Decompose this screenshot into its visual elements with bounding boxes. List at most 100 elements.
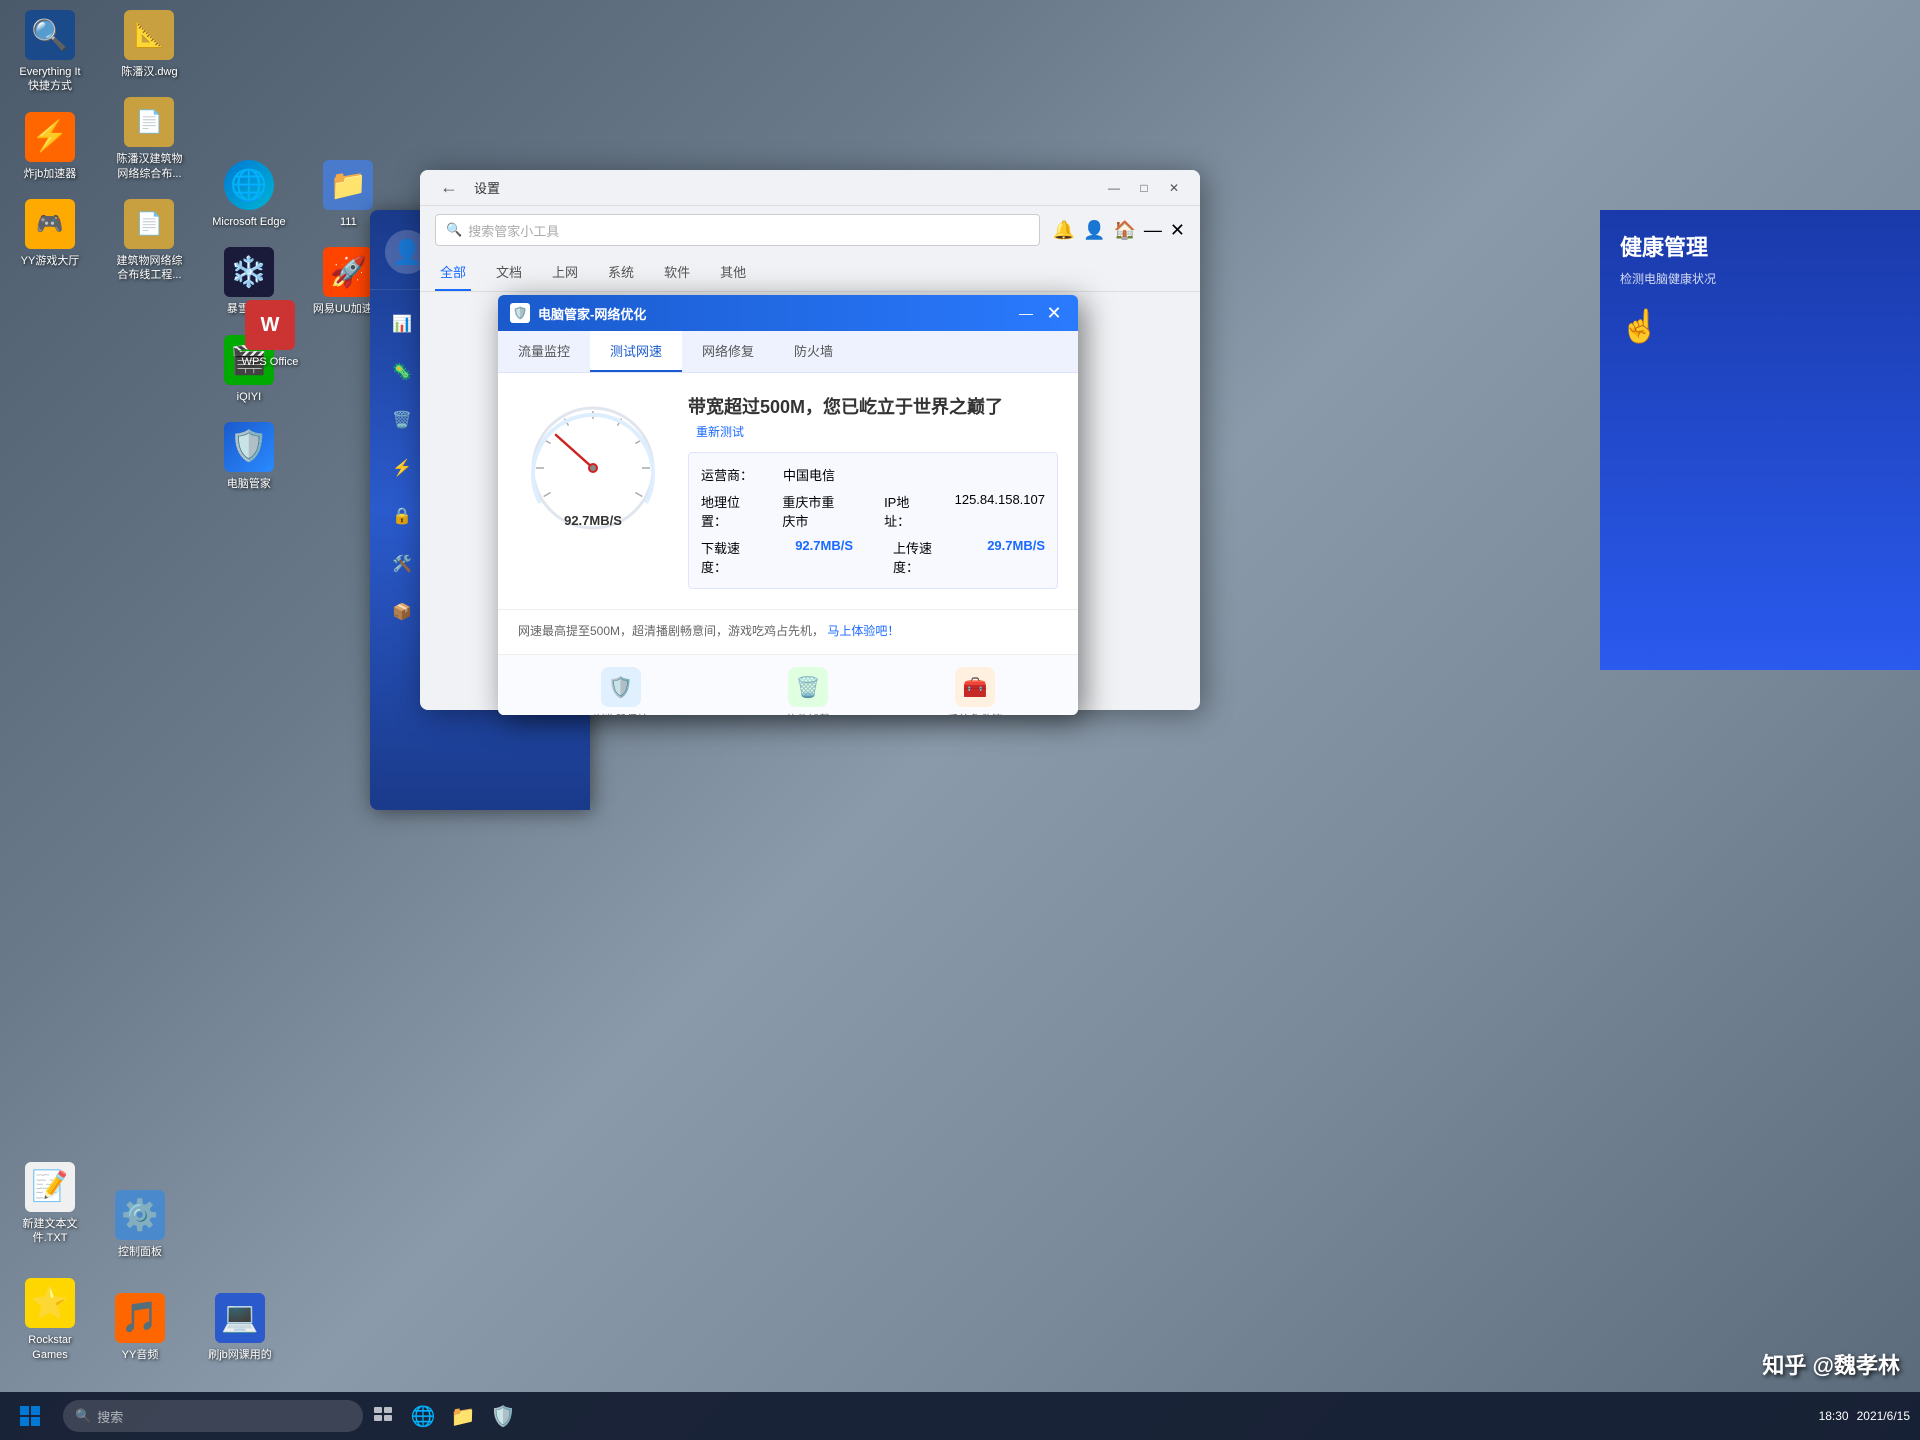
desktop-icon-rockstar[interactable]: ⭐ Rockstar Games xyxy=(10,1278,90,1362)
settings-back-button[interactable]: ← xyxy=(432,173,466,202)
settings-toolbar-icon3[interactable]: 🏠 xyxy=(1113,220,1135,241)
desktop-icon-diannaogj[interactable]: 🛡️ 电脑管家 xyxy=(209,422,289,491)
network-isp-row: 运营商： 中国电信 xyxy=(701,465,1045,484)
network-footer: 🛡️ 浏览器保护 拦截弹窗广告,保护浏览器默认页 🗑️ 软件卸载 删除软件,不留… xyxy=(498,654,1078,715)
browser-protect-item[interactable]: 🛡️ 浏览器保护 拦截弹窗广告,保护浏览器默认页 xyxy=(561,667,681,715)
network-speed-row: 下载速度： 92.7MB/S 上传速度： 29.7MB/S xyxy=(701,538,1045,576)
settings-toolbar-icon2[interactable]: 👤 xyxy=(1083,220,1105,241)
start-button[interactable] xyxy=(10,1396,50,1436)
settings-tab-all[interactable]: 全部 xyxy=(435,254,471,291)
system-rescue-item[interactable]: 🧰 系统急救箱 解决木马顽固病毒 xyxy=(935,667,1015,715)
network-titlebar: 🛡️ 电脑管家-网络优化 — ✕ xyxy=(498,295,1078,331)
software-uninstall-item[interactable]: 🗑️ 软件卸载 删除软件,不留残余 xyxy=(767,667,850,715)
upload-value: 29.7MB/S xyxy=(987,538,1045,576)
taskbar-date: 2021/6/15 xyxy=(1857,1409,1910,1423)
taskbar-time: 18:30 xyxy=(1819,1409,1849,1423)
settings-search-box[interactable]: 🔍 搜索管家小工具 xyxy=(435,214,1040,246)
settings-close-button[interactable]: ✕ xyxy=(1160,176,1188,200)
desktop-icon-jb-net[interactable]: 💻 刷jb网课用的 xyxy=(200,1293,280,1362)
windows-logo-icon xyxy=(18,1404,42,1428)
taskbar-search-placeholder: 搜索 xyxy=(97,1407,123,1426)
desktop-icon-edge[interactable]: 🌐 Microsoft Edge xyxy=(209,160,289,229)
network-details-box: 运营商： 中国电信 地理位置： 重庆市重庆市 IP地址： 125.84.158.… xyxy=(688,452,1058,589)
network-location-row: 地理位置： 重庆市重庆市 IP地址： 125.84.158.107 xyxy=(701,492,1045,530)
retest-link[interactable]: 重新测试 xyxy=(696,423,744,440)
network-tab-repair[interactable]: 网络修复 xyxy=(682,331,774,372)
download-label: 下载速度： xyxy=(701,538,765,576)
settings-close-icon2[interactable]: ✕ xyxy=(1170,220,1185,241)
desktop-icons-bottom-left2: ⚙️ 控制面板 🎵 YY音频 xyxy=(100,1190,180,1380)
browser-protect-label: 浏览器保护 xyxy=(593,711,648,715)
settings-tab-other[interactable]: 其他 xyxy=(715,254,751,291)
watermark: 知乎 @魏孝林 xyxy=(1762,1348,1900,1380)
download-value: 92.7MB/S xyxy=(795,538,853,576)
location-label: 地理位置： xyxy=(701,492,752,530)
settings-tab-web[interactable]: 上网 xyxy=(547,254,583,291)
search-icon: 🔍 xyxy=(446,222,462,238)
file-explorer-icon: 📁 xyxy=(451,1404,476,1429)
desktop-icon-yy-audio[interactable]: 🎵 YY音频 xyxy=(100,1293,180,1362)
speed-display-value: 92.7MB/S xyxy=(564,513,622,528)
settings-tab-software[interactable]: 软件 xyxy=(659,254,695,291)
desktop-icon-everything[interactable]: 🔍 Everything It快捷方式 xyxy=(10,10,90,94)
network-tab-speed[interactable]: 测试网速 xyxy=(590,331,682,372)
software-mgmt-icon: 📦 xyxy=(390,600,414,624)
health-panel-title: 健康管理 xyxy=(1620,230,1900,262)
trash-clean-icon: 🗑️ xyxy=(390,408,414,432)
network-win-controls: — ✕ xyxy=(1014,301,1066,325)
settings-maximize-button[interactable]: □ xyxy=(1130,176,1158,200)
desktop-icon-wps[interactable]: W WPS Office xyxy=(230,300,310,369)
taskbar-file-explorer[interactable]: 📁 xyxy=(445,1398,481,1434)
software-uninstall-label: 软件卸载 xyxy=(786,711,830,715)
health-panel-subtitle: 检测电脑健康状况 xyxy=(1620,270,1900,287)
desktop-icon-jia-su[interactable]: ⚡ 炸jb加速器 xyxy=(10,112,90,181)
taskbar-pcmgr-icon[interactable]: 🛡️ xyxy=(485,1398,521,1434)
settings-tab-system[interactable]: 系统 xyxy=(603,254,639,291)
task-view-icon xyxy=(373,1406,393,1426)
edge-icon: 🌐 xyxy=(411,1404,436,1429)
taskbar-task-view[interactable] xyxy=(365,1398,401,1434)
desktop-icon-building-network2[interactable]: 📄 建筑物网络综合布线工程... xyxy=(109,199,189,283)
network-result-title: 带宽超过500M，您已屹立于世界之巅了 xyxy=(688,393,1003,419)
permission-icon: 🔒 xyxy=(390,504,414,528)
settings-search-placeholder: 搜索管家小工具 xyxy=(468,221,559,240)
speedometer: 92.7MB/S xyxy=(518,393,668,543)
settings-search-area: 🔍 搜索管家小工具 🔔 👤 🏠 — ✕ xyxy=(420,206,1200,254)
desktop-icon-control-panel[interactable]: ⚙️ 控制面板 xyxy=(100,1190,180,1259)
settings-win-controls: — □ ✕ xyxy=(1100,176,1188,200)
network-promo-link[interactable]: 马上体验吧！ xyxy=(827,624,899,638)
desktop-icon-txt[interactable]: 📝 新建文本文件.TXT xyxy=(10,1162,90,1246)
software-uninstall-icon: 🗑️ xyxy=(788,667,828,707)
desktop-icons-area: 🔍 Everything It快捷方式 ⚡ 炸jb加速器 🎮 YY游戏大厅 📐 … xyxy=(10,10,403,509)
desktop-icon-yy-game[interactable]: 🎮 YY游戏大厅 xyxy=(10,199,90,268)
network-optimization-window: 🛡️ 电脑管家-网络优化 — ✕ 流量监控 测试网速 网络修复 防火墙 xyxy=(498,295,1078,715)
settings-minimize-button[interactable]: — xyxy=(1100,176,1128,200)
system-rescue-icon: 🧰 xyxy=(955,667,995,707)
browser-protect-icon: 🛡️ xyxy=(601,667,641,707)
settings-minimize-icon[interactable]: — xyxy=(1144,220,1162,241)
network-tab-firewall[interactable]: 防火墙 xyxy=(774,331,853,372)
isp-label: 运营商： xyxy=(701,465,753,484)
location-value: 重庆市重庆市 xyxy=(782,492,844,530)
taskbar-pcmgr-shield-icon: 🛡️ xyxy=(491,1404,516,1429)
network-tabs: 流量监控 测试网速 网络修复 防火墙 xyxy=(498,331,1078,373)
network-close-button[interactable]: ✕ xyxy=(1042,301,1066,325)
health-panel: 健康管理 检测电脑健康状况 ☝️ xyxy=(1600,210,1920,670)
desktop-icons-right: W WPS Office xyxy=(230,300,310,387)
desktop-icon-building-network[interactable]: 📄 陈潘汉建筑物网络综合布... xyxy=(109,97,189,181)
desktop: 🔍 Everything It快捷方式 ⚡ 炸jb加速器 🎮 YY游戏大厅 📐 … xyxy=(0,0,1920,1440)
ip-value: 125.84.158.107 xyxy=(955,492,1045,530)
taskbar-edge-icon[interactable]: 🌐 xyxy=(405,1398,441,1434)
desktop-icons-bottom-left3: 💻 刷jb网课用的 xyxy=(200,1293,280,1380)
taskbar-right-area: 18:30 2021/6/15 xyxy=(1819,1409,1910,1423)
network-tab-traffic[interactable]: 流量监控 xyxy=(498,331,590,372)
desktop-icon-dwg1[interactable]: 📐 陈潘汉.dwg xyxy=(109,10,189,79)
settings-toolbar-icon1[interactable]: 🔔 xyxy=(1053,220,1075,241)
network-minimize-button[interactable]: — xyxy=(1014,301,1038,325)
taskbar-search-box[interactable]: 🔍 搜索 xyxy=(63,1400,363,1432)
settings-tab-docs[interactable]: 文档 xyxy=(491,254,527,291)
virus-scan-icon: 🦠 xyxy=(390,360,414,384)
system-rescue-label: 系统急救箱 xyxy=(948,711,1003,715)
health-hand-icon[interactable]: ☝️ xyxy=(1620,307,1900,345)
upload-label: 上传速度： xyxy=(893,538,957,576)
